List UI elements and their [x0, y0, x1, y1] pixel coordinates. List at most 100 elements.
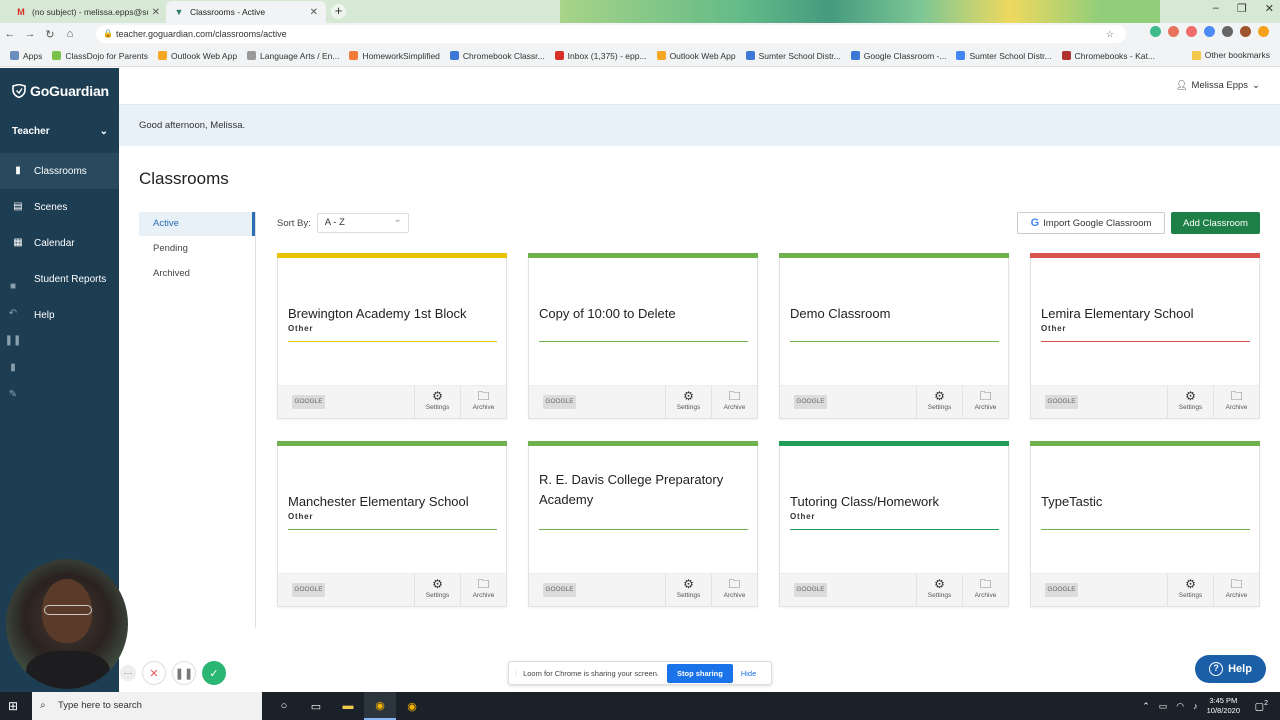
classroom-card[interactable]: Tutoring Class/Homework Other GOOGLE ⚙ Setti…: [779, 441, 1009, 607]
bookmark-item[interactable]: Apps: [10, 51, 42, 61]
goguardian-logo[interactable]: GoGuardian: [12, 83, 109, 99]
drag-handle-icon[interactable]: ⁞: [515, 669, 517, 678]
classroom-card[interactable]: Lemira Elementary School Other GOOGLE ⚙ Sett…: [1030, 253, 1260, 419]
trash-icon[interactable]: ▮: [0, 354, 26, 381]
minimize-icon[interactable]: –: [1213, 2, 1219, 15]
chrome-icon[interactable]: ◉: [396, 692, 428, 720]
profile-avatar[interactable]: [1240, 26, 1251, 37]
task-view-icon[interactable]: ▭: [300, 692, 332, 720]
classroom-card[interactable]: Manchester Elementary School Other GOOGLE ⚙…: [277, 441, 507, 607]
browser-tab-active[interactable]: ▼ Classrooms - Active ✕: [166, 1, 326, 23]
card-archive-button[interactable]: 🗀 Archive: [460, 574, 506, 607]
chrome-icon[interactable]: ◉: [364, 692, 396, 720]
bookmark-item[interactable]: HomeworkSimplified: [349, 51, 440, 61]
bookmark-item[interactable]: Language Arts / En...: [247, 51, 339, 61]
card-settings-button[interactable]: ⚙ Settings: [414, 386, 460, 419]
volume-icon[interactable]: ♪: [1193, 701, 1198, 711]
stop-square-icon[interactable]: ■: [0, 273, 26, 300]
reload-icon[interactable]: ↻: [40, 28, 60, 41]
card-settings-button[interactable]: ⚙ Settings: [414, 574, 460, 607]
notifications-icon[interactable]: ▢2: [1255, 700, 1268, 712]
chevron-up-icon[interactable]: ⌃: [1142, 701, 1150, 712]
taskbar-search[interactable]: ⌕ Type here to search: [32, 692, 262, 720]
classroom-card[interactable]: R. E. Davis College Preparatory Academy G…: [528, 441, 758, 607]
extension-icon[interactable]: [1186, 26, 1197, 37]
finish-recording-icon[interactable]: ✓: [202, 661, 226, 685]
extension-icon[interactable]: [1204, 26, 1215, 37]
card-archive-button[interactable]: 🗀 Archive: [1213, 386, 1259, 419]
wifi-icon[interactable]: ◠: [1176, 701, 1184, 712]
close-window-icon[interactable]: ✕: [1265, 2, 1274, 15]
bookmark-item[interactable]: Outlook Web App: [158, 51, 237, 61]
card-settings-button[interactable]: ⚙ Settings: [1167, 386, 1213, 419]
sidebar-item-calendar[interactable]: ▦ Calendar: [0, 225, 119, 261]
user-menu[interactable]: 👤︎ Melissa Epps ⌄: [1175, 80, 1260, 91]
card-archive-button[interactable]: 🗀 Archive: [962, 386, 1008, 419]
classroom-card[interactable]: Demo Classroom GOOGLE ⚙ Settings 🗀 Archive: [779, 253, 1009, 419]
bookmark-item[interactable]: Inbox (1,375) - epp...: [554, 51, 647, 61]
update-icon[interactable]: [1258, 26, 1269, 37]
back-icon[interactable]: ←: [0, 28, 20, 40]
extension-icon[interactable]: [1150, 26, 1161, 37]
cancel-recording-icon[interactable]: ✕: [142, 661, 166, 685]
card-settings-button[interactable]: ⚙ Settings: [665, 574, 711, 607]
address-bar[interactable]: 🔒 teacher.goguardian.com/classrooms/acti…: [96, 25, 1126, 43]
role-selector[interactable]: Teacher ⌄: [12, 126, 108, 137]
close-icon[interactable]: ✕: [152, 7, 160, 18]
browser-tab-gmail[interactable]: M (no subject) - melissa.epps@sum ✕: [8, 1, 168, 23]
stop-sharing-button[interactable]: Stop sharing: [666, 663, 733, 683]
card-settings-button[interactable]: ⚙ Settings: [1167, 574, 1213, 607]
home-icon[interactable]: ⌂: [60, 28, 80, 40]
card-settings-button[interactable]: ⚙ Settings: [665, 386, 711, 419]
help-widget-button[interactable]: ? Help: [1195, 655, 1266, 683]
classroom-card[interactable]: Copy of 10:00 to Delete GOOGLE ⚙ Settings 🗀 A…: [528, 253, 758, 419]
chevron-down-icon: ⌄: [1252, 80, 1260, 91]
new-tab-button[interactable]: +: [331, 4, 346, 19]
other-bookmarks[interactable]: Other bookmarks: [1191, 50, 1270, 60]
card-archive-button[interactable]: 🗀 Archive: [711, 574, 757, 607]
card-archive-button[interactable]: 🗀 Archive: [1213, 574, 1259, 607]
extension-icon[interactable]: [1168, 26, 1179, 37]
bookmark-item[interactable]: Outlook Web App: [656, 51, 736, 61]
clock[interactable]: 3:45 PM 10/8/2020: [1207, 696, 1240, 716]
page-title: Classrooms: [139, 169, 229, 188]
bookmark-item[interactable]: Sumter School Distr...: [956, 51, 1052, 61]
windows-start-icon[interactable]: ⊞: [8, 699, 18, 713]
bookmark-item[interactable]: Google Classroom -...: [850, 51, 946, 61]
bookmark-item[interactable]: Sumter School Distr...: [745, 51, 841, 61]
card-settings-button[interactable]: ⚙ Settings: [916, 386, 962, 419]
pause-icon[interactable]: ❚❚: [0, 327, 26, 354]
filter-active[interactable]: Active: [139, 212, 255, 236]
filter-pending[interactable]: Pending: [139, 237, 255, 261]
sidebar-item-classrooms[interactable]: ▮ Classrooms: [0, 153, 119, 189]
archive-label: Archive: [974, 592, 997, 599]
card-archive-button[interactable]: 🗀 Archive: [962, 574, 1008, 607]
hide-button[interactable]: Hide: [741, 669, 756, 678]
bookmark-item[interactable]: Chromebook Classr...: [449, 51, 545, 61]
add-classroom-button[interactable]: Add Classroom: [1171, 212, 1260, 234]
sidebar-item-scenes[interactable]: ▤ Scenes: [0, 189, 119, 225]
bookmark-item[interactable]: ClassDojo for Parents: [52, 51, 148, 61]
bookmark-star-icon[interactable]: ☆: [1106, 25, 1114, 43]
classroom-card[interactable]: TypeTastic GOOGLE ⚙ Settings 🗀 Archive: [1030, 441, 1260, 607]
card-settings-button[interactable]: ⚙ Settings: [916, 574, 962, 607]
webcam-bubble[interactable]: [6, 559, 128, 689]
maximize-icon[interactable]: ❐: [1237, 2, 1247, 15]
puzzle-icon[interactable]: [1222, 26, 1233, 37]
card-archive-button[interactable]: 🗀 Archive: [711, 386, 757, 419]
file-explorer-icon[interactable]: ▬: [332, 692, 364, 720]
filter-archived[interactable]: Archived: [139, 262, 255, 286]
bookmark-item[interactable]: Chromebooks - Kat...: [1061, 51, 1155, 61]
close-icon[interactable]: ✕: [310, 7, 318, 18]
cortana-icon[interactable]: ○: [268, 692, 300, 720]
more-icon[interactable]: ···: [120, 665, 136, 681]
battery-icon[interactable]: ▭: [1159, 701, 1168, 712]
pause-recording-icon[interactable]: ❚❚: [172, 661, 196, 685]
forward-icon[interactable]: →: [20, 28, 40, 40]
classroom-card[interactable]: Brewington Academy 1st Block Other GOOGLE ⚙…: [277, 253, 507, 419]
pen-icon[interactable]: ✎: [0, 381, 26, 408]
import-google-classroom-button[interactable]: G Import Google Classroom: [1017, 212, 1165, 234]
sort-select[interactable]: A - Z: [316, 211, 409, 233]
card-archive-button[interactable]: 🗀 Archive: [460, 386, 506, 419]
undo-icon[interactable]: ↶: [0, 300, 26, 327]
